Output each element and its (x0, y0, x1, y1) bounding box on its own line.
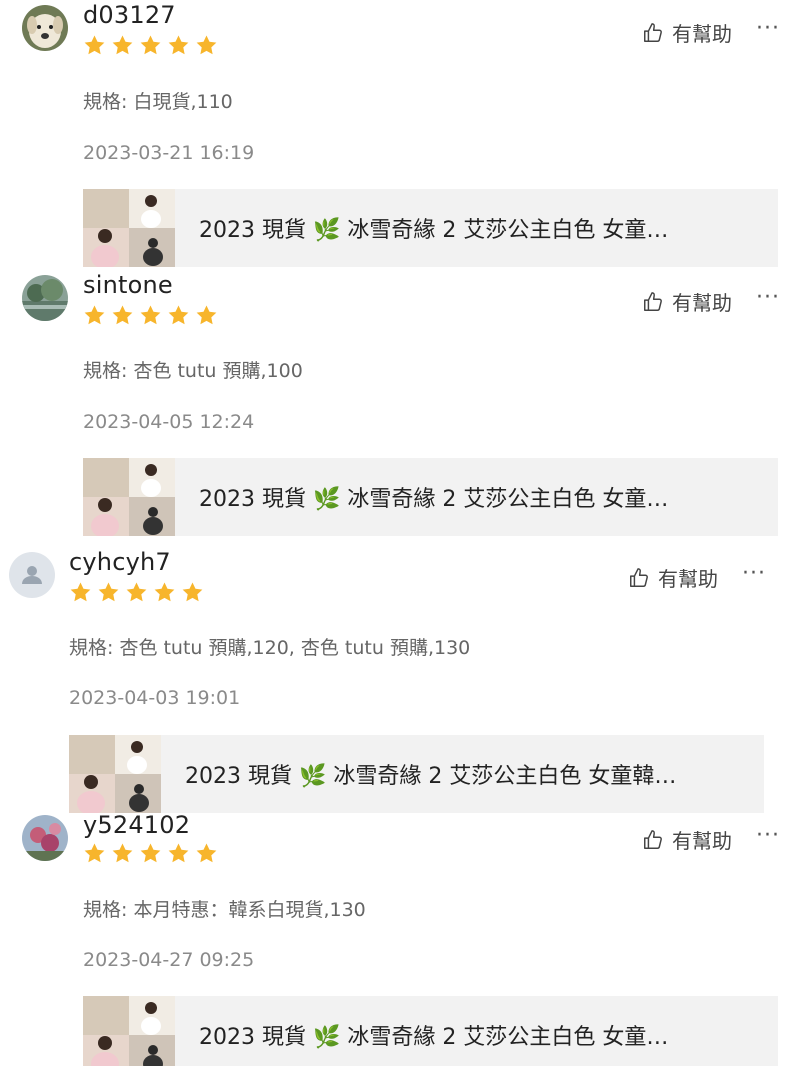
product-title: 2023 現貨 🌿 冰雪奇緣 2 艾莎公主白色 女童… (199, 487, 669, 512)
username[interactable]: d03127 (83, 1, 176, 29)
star-icon (84, 843, 105, 863)
helpful-button[interactable]: 有幫助 (642, 825, 732, 854)
more-options-button[interactable]: ··· (756, 285, 780, 310)
star-icon (140, 35, 161, 55)
helpful-label: 有幫助 (672, 829, 732, 853)
helpful-label: 有幫助 (672, 22, 732, 46)
star-icon (182, 582, 203, 602)
thumbs-up-icon (644, 22, 662, 42)
spec-text: 規格: 本月特惠：韓系白現貨,130 (83, 899, 366, 921)
username[interactable]: sintone (83, 271, 173, 299)
user-avatar[interactable] (9, 552, 55, 598)
review-date: 2023-04-27 09:25 (83, 949, 255, 971)
star-icon (168, 843, 189, 863)
review-date: 2023-04-05 12:24 (83, 411, 255, 433)
star-icon (196, 35, 217, 55)
product-title: 2023 現貨 🌿 冰雪奇緣 2 艾莎公主白色 女童… (199, 1025, 669, 1050)
product-card[interactable]: 2023 現貨 🌿 冰雪奇緣 2 艾莎公主白色 女童韓… (69, 735, 764, 813)
star-icon (126, 582, 147, 602)
star-icon (140, 843, 161, 863)
star-rating (83, 304, 218, 327)
product-card[interactable]: 2023 現貨 🌿 冰雪奇緣 2 艾莎公主白色 女童… (83, 189, 778, 267)
user-avatar[interactable] (22, 815, 68, 861)
star-icon (154, 582, 175, 602)
star-rating (83, 842, 218, 865)
spec-text: 規格: 白現貨,110 (83, 91, 233, 113)
star-icon (196, 843, 217, 863)
product-title: 2023 現貨 🌿 冰雪奇緣 2 艾莎公主白色 女童… (199, 218, 669, 243)
product-card[interactable]: 2023 現貨 🌿 冰雪奇緣 2 艾莎公主白色 女童… (83, 996, 778, 1066)
product-thumbnail (83, 996, 175, 1066)
star-icon (84, 305, 105, 325)
spec-text: 規格: 杏色 tutu 預購,120, 杏色 tutu 預購,130 (69, 637, 471, 659)
more-options-button[interactable]: ··· (742, 561, 766, 586)
star-rating (69, 581, 204, 604)
thumbs-up-icon (644, 291, 662, 311)
star-icon (140, 305, 161, 325)
product-card[interactable]: 2023 現貨 🌿 冰雪奇緣 2 艾莎公主白色 女童… (83, 458, 778, 536)
star-icon (98, 582, 119, 602)
review-date: 2023-03-21 16:19 (83, 142, 255, 164)
star-icon (168, 305, 189, 325)
helpful-label: 有幫助 (672, 291, 732, 315)
product-thumbnail (83, 458, 175, 536)
product-thumbnail (69, 735, 161, 813)
helpful-label: 有幫助 (658, 567, 718, 591)
username[interactable]: y524102 (83, 811, 190, 839)
star-icon (196, 305, 217, 325)
star-icon (112, 305, 133, 325)
user-avatar[interactable] (22, 275, 68, 321)
spec-text: 規格: 杏色 tutu 預購,100 (83, 360, 303, 382)
more-options-button[interactable]: ··· (756, 16, 780, 41)
thumbs-up-icon (644, 829, 662, 849)
helpful-button[interactable]: 有幫助 (642, 287, 732, 316)
helpful-button[interactable]: 有幫助 (628, 563, 718, 592)
product-title: 2023 現貨 🌿 冰雪奇緣 2 艾莎公主白色 女童韓… (185, 764, 677, 789)
helpful-button[interactable]: 有幫助 (642, 18, 732, 47)
star-rating (83, 34, 218, 57)
star-icon (84, 35, 105, 55)
username[interactable]: cyhcyh7 (69, 548, 171, 576)
star-icon (112, 35, 133, 55)
star-icon (70, 582, 91, 602)
user-avatar[interactable] (22, 5, 68, 51)
star-icon (112, 843, 133, 863)
more-options-button[interactable]: ··· (756, 823, 780, 848)
review-date: 2023-04-03 19:01 (69, 687, 241, 709)
product-thumbnail (83, 189, 175, 267)
thumbs-up-icon (630, 567, 648, 587)
star-icon (168, 35, 189, 55)
